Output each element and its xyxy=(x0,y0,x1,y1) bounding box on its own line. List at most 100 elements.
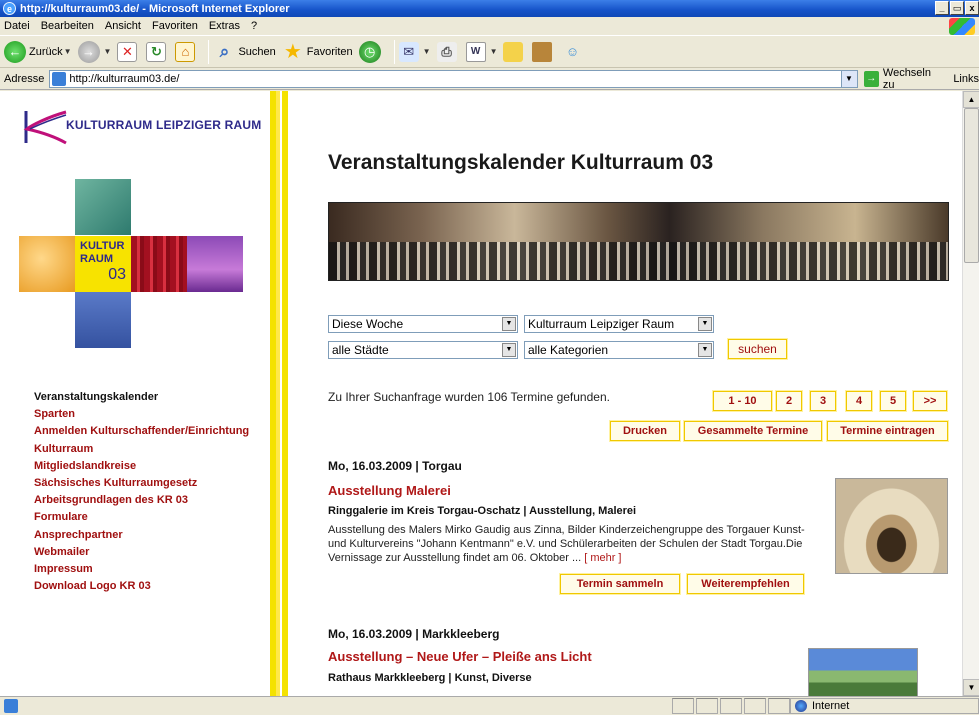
event-title-link[interactable]: Ausstellung – Neue Ufer – Pleiße ans Lic… xyxy=(328,649,592,664)
status-cell xyxy=(720,698,742,714)
nav-veranstaltungskalender[interactable]: Veranstaltungskalender xyxy=(34,389,249,406)
page-1-10-button[interactable]: 1 - 10 xyxy=(712,390,773,412)
back-dropdown-icon[interactable]: ▼ xyxy=(64,47,72,56)
more-link[interactable]: [ mehr ] xyxy=(584,552,621,564)
event-title-link[interactable]: Ausstellung Malerei xyxy=(328,483,451,498)
nav-kulturraum[interactable]: Kulturraum xyxy=(34,441,249,458)
chevron-down-icon: ▼ xyxy=(698,343,712,357)
back-button[interactable]: ← Zurück ▼ xyxy=(4,40,72,63)
scroll-thumb[interactable] xyxy=(964,108,979,263)
mosaic-photo-cup xyxy=(19,236,75,292)
nav-download-logo[interactable]: Download Logo KR 03 xyxy=(34,578,249,595)
address-dropdown-icon[interactable]: ▼ xyxy=(840,70,857,87)
mosaic-photo-books xyxy=(131,236,187,292)
status-bar: Internet xyxy=(0,696,979,715)
nav-anmelden[interactable]: Anmelden Kulturschaffender/Einrichtung xyxy=(34,423,249,440)
edit-dropdown-icon[interactable]: ▼ xyxy=(490,47,498,56)
menu-bearbeiten[interactable]: Bearbeiten xyxy=(41,20,94,32)
tile-text-raum: RAUM xyxy=(80,253,113,265)
history-button[interactable]: ◷ xyxy=(358,40,384,63)
mail-button[interactable]: ✉ ▼ xyxy=(398,41,431,62)
nav-impressum[interactable]: Impressum xyxy=(34,561,249,578)
search-button[interactable]: ⌕ Suchen xyxy=(213,41,276,63)
forward-dropdown-icon[interactable]: ▼ xyxy=(104,47,112,56)
sidebar: KULTURRAUM LEIPZIGER RAUM KULTUR RAUM 03… xyxy=(0,91,270,696)
page-5-button[interactable]: 5 xyxy=(879,390,907,412)
refresh-button[interactable]: ↻ xyxy=(146,41,169,62)
nav-mitgliedslandkreise[interactable]: Mitgliedslandkreise xyxy=(34,458,249,475)
menu-help[interactable]: ? xyxy=(251,20,257,32)
period-select[interactable]: Diese Woche ▼ xyxy=(328,315,518,333)
page-4-button[interactable]: 4 xyxy=(845,390,873,412)
print-button[interactable]: ⎙ xyxy=(436,41,460,62)
search-submit-button[interactable]: suchen xyxy=(727,338,788,360)
page-3-button[interactable]: 3 xyxy=(809,390,837,412)
scroll-up-icon[interactable]: ▲ xyxy=(963,91,979,108)
back-label: Zurück xyxy=(29,45,63,58)
nav-kulturraumgesetz[interactable]: Sächsisches Kulturraumgesetz xyxy=(34,475,249,492)
period-value: Diese Woche xyxy=(332,317,404,331)
menu-ansicht[interactable]: Ansicht xyxy=(105,20,141,32)
collect-event-button[interactable]: Termin sammeln xyxy=(559,573,681,595)
menu-bar: Datei Bearbeiten Ansicht Favoriten Extra… xyxy=(0,17,979,36)
nav-sparten[interactable]: Sparten xyxy=(34,406,249,423)
search-label: Suchen xyxy=(238,45,276,58)
print-events-button[interactable]: Drucken xyxy=(609,420,681,442)
forward-button[interactable]: → ▼ xyxy=(77,40,112,63)
mail-dropdown-icon[interactable]: ▼ xyxy=(423,47,431,56)
page-2-button[interactable]: 2 xyxy=(775,390,803,412)
recommend-event-button[interactable]: Weiterempfehlen xyxy=(686,573,805,595)
collected-events-button[interactable]: Gesammelte Termine xyxy=(683,420,823,442)
favorites-button[interactable]: ★ Favoriten xyxy=(282,41,353,63)
yellow-divider xyxy=(270,91,288,696)
messenger-button[interactable]: ☺ xyxy=(561,41,586,63)
next-pages-button[interactable]: >> xyxy=(912,390,948,412)
scroll-down-icon[interactable]: ▼ xyxy=(963,679,979,696)
mosaic-photo-singer xyxy=(75,292,131,348)
word-icon: W xyxy=(465,41,486,62)
region-value: Kulturraum Leipziger Raum xyxy=(528,317,675,331)
add-events-button[interactable]: Termine eintragen xyxy=(826,420,949,442)
go-button[interactable]: → Wechseln zu xyxy=(863,67,944,91)
maximize-button[interactable]: ▭ xyxy=(950,1,964,15)
edit-button[interactable]: W ▼ xyxy=(465,41,498,62)
kulturraum-logo[interactable]: KULTURRAUM LEIPZIGER RAUM xyxy=(18,103,268,153)
event-image-city[interactable] xyxy=(808,648,918,696)
messenger-icon: ☺ xyxy=(565,44,580,59)
tile-text-number: 03 xyxy=(108,266,126,283)
mail-icon: ✉ xyxy=(398,41,419,62)
history-icon: ◷ xyxy=(358,40,381,63)
nav-formulare[interactable]: Formulare xyxy=(34,509,249,526)
sidebar-nav: Veranstaltungskalender Sparten Anmelden … xyxy=(34,389,249,595)
close-button[interactable]: x xyxy=(965,1,979,15)
stop-button[interactable]: ✕ xyxy=(117,41,140,62)
books-icon xyxy=(532,41,553,62)
nav-ansprechpartner[interactable]: Ansprechpartner xyxy=(34,527,249,544)
category-value: alle Kategorien xyxy=(528,343,609,357)
region-select[interactable]: Kulturraum Leipziger Raum ▼ xyxy=(524,315,714,333)
status-cells xyxy=(672,698,792,714)
stop-icon: ✕ xyxy=(117,41,138,62)
city-select[interactable]: alle Städte ▼ xyxy=(328,341,518,359)
toolbar: ← Zurück ▼ → ▼ ✕ ↻ ⌂ ⌕ Suchen ★ Favorite… xyxy=(0,36,979,68)
research-button[interactable] xyxy=(532,41,555,62)
minimize-button[interactable]: _ xyxy=(935,1,949,15)
forward-arrow-icon: → xyxy=(77,40,100,63)
links-button[interactable]: Links xyxy=(953,73,979,85)
nav-arbeitsgrundlagen[interactable]: Arbeitsgrundlagen des KR 03 xyxy=(34,492,249,509)
folder-button[interactable] xyxy=(503,41,526,62)
menu-favoriten[interactable]: Favoriten xyxy=(152,20,198,32)
home-button[interactable]: ⌂ xyxy=(175,41,198,62)
mosaic-kulturraum-tile: KULTUR RAUM 03 xyxy=(75,236,131,292)
logo-text: KULTURRAUM LEIPZIGER RAUM xyxy=(66,118,262,132)
nav-webmailer[interactable]: Webmailer xyxy=(34,544,249,561)
menu-extras[interactable]: Extras xyxy=(209,20,240,32)
category-select[interactable]: alle Kategorien ▼ xyxy=(524,341,714,359)
vertical-scrollbar[interactable]: ▲ ▼ xyxy=(962,91,979,696)
address-input[interactable]: http://kulturraum03.de/ ▼ xyxy=(49,69,858,88)
windows-logo-icon xyxy=(949,18,975,35)
menu-datei[interactable]: Datei xyxy=(4,20,30,32)
event-image-portal[interactable] xyxy=(835,478,948,574)
window-controls: _ ▭ x xyxy=(935,1,979,15)
chevron-down-icon: ▼ xyxy=(502,343,516,357)
